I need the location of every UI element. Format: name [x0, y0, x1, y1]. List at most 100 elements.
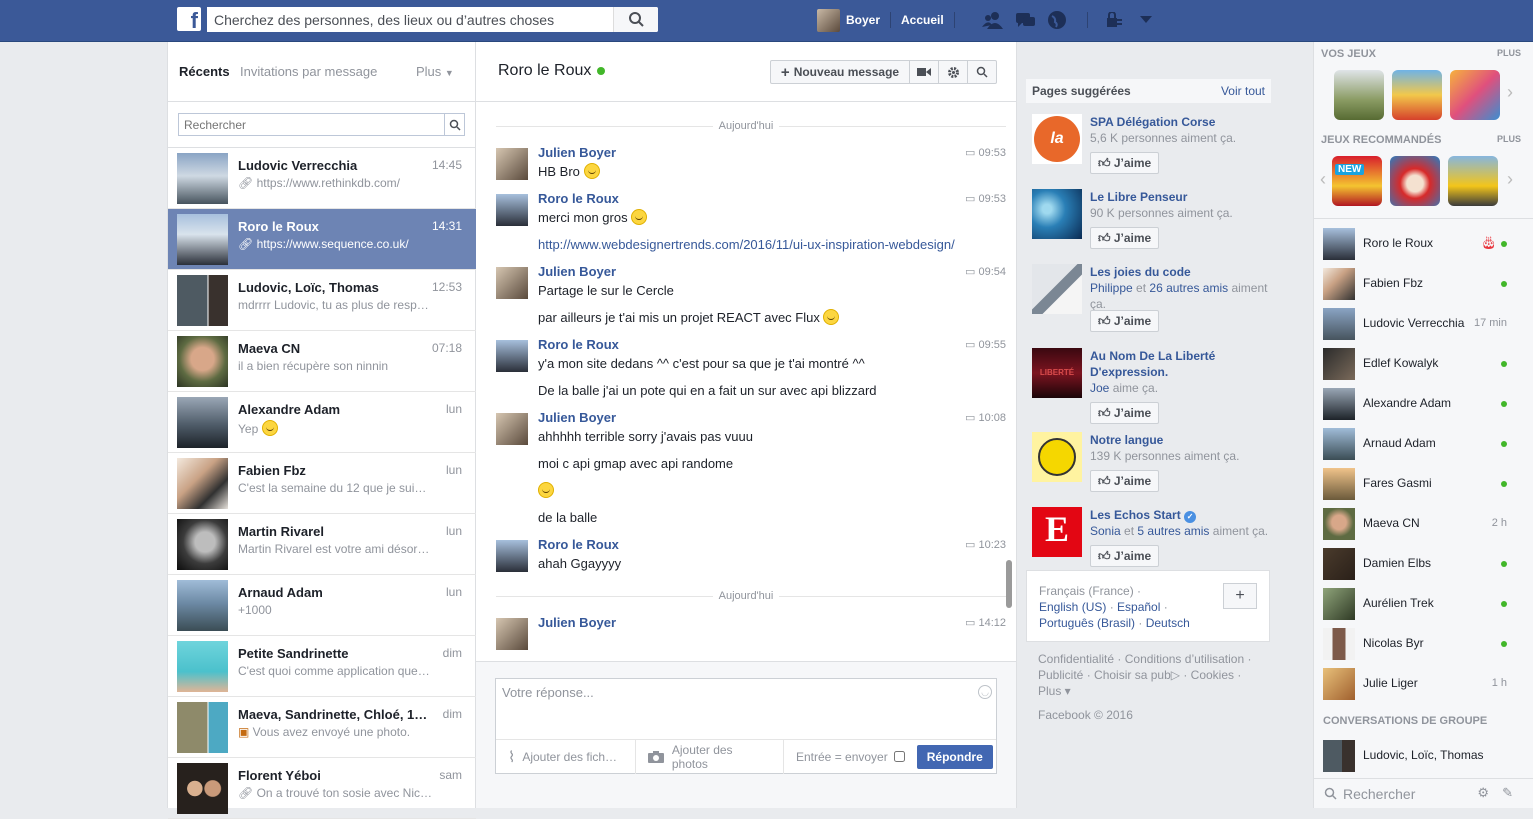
page-image[interactable]: LIBERTÉ — [1032, 348, 1082, 398]
friend-link[interactable]: Joe — [1090, 381, 1109, 395]
more-games-link[interactable]: PLUS — [1497, 134, 1521, 144]
game-tile[interactable]: NEW — [1332, 156, 1382, 206]
friend-link[interactable]: Sonia — [1090, 524, 1121, 538]
game-tile[interactable] — [1448, 156, 1498, 206]
tab-more[interactable]: Plus ▼ — [416, 64, 454, 79]
footer-link[interactable]: Publicité · — [1038, 668, 1091, 682]
page-image[interactable]: la SPA — [1032, 114, 1082, 164]
message-sender[interactable]: Roro le Roux — [538, 336, 1016, 354]
chevron-right-icon[interactable]: › — [1507, 169, 1513, 190]
facebook-logo-icon[interactable]: f — [177, 7, 201, 31]
chat-contact[interactable]: Ludovic Verrecchia 17 min — [1314, 304, 1524, 344]
global-search-input[interactable] — [207, 7, 607, 32]
compose-icon[interactable]: ✎ — [1502, 785, 1513, 801]
page-image[interactable] — [1032, 432, 1082, 482]
message-sender[interactable]: Julien Boyer — [538, 263, 1016, 281]
thread-item[interactable]: Florent Yéboi sam 🔗︎ On a trouvé ton sos… — [168, 758, 476, 819]
language-link[interactable]: English (US) — [1039, 600, 1106, 614]
message-sender[interactable]: Roro le Roux — [538, 536, 1016, 554]
home-link[interactable]: Accueil — [901, 13, 944, 27]
message-link[interactable]: http://www.webdesignertrends.com/2016/11… — [538, 236, 1016, 253]
message-sender[interactable]: Julien Boyer — [538, 614, 1016, 632]
like-page-button[interactable]: 👍︎ J’aime — [1090, 545, 1160, 567]
page-image[interactable]: E — [1032, 507, 1082, 557]
thread-item[interactable]: Maeva CN 07:18 il a bien récupère son ni… — [168, 331, 476, 392]
search-button[interactable] — [613, 7, 658, 32]
chat-contact[interactable]: Roro le Roux 🎂︎ — [1314, 224, 1524, 264]
message-sender[interactable]: Julien Boyer — [538, 144, 1016, 162]
thread-item[interactable]: Alexandre Adam lun Yep — [168, 392, 476, 453]
chat-group[interactable]: Ludovic, Loïc, Thomas — [1314, 736, 1524, 776]
more-languages-button[interactable]: + — [1223, 583, 1257, 609]
thread-item[interactable]: Martin Rivarel lun Martin Rivarel est vo… — [168, 514, 476, 575]
chat-contact[interactable]: Aurélien Trek — [1314, 584, 1524, 624]
game-tile[interactable] — [1450, 70, 1500, 120]
chat-contact[interactable]: Edlef Kowalyk — [1314, 344, 1524, 384]
emoji-picker-icon[interactable]: ◡ — [978, 685, 992, 699]
page-image[interactable] — [1032, 189, 1082, 239]
tab-recent[interactable]: Récents — [179, 64, 230, 79]
account-menu-chevron-icon[interactable] — [1134, 8, 1158, 32]
more-games-link[interactable]: PLUS — [1497, 48, 1521, 58]
chat-contact[interactable]: Nicolas Byr — [1314, 624, 1524, 664]
page-name[interactable]: Au Nom De La Liberté D'expression. — [1090, 348, 1272, 380]
footer-link[interactable]: Conditions d’utilisation · — [1125, 652, 1252, 666]
thread-item[interactable]: Petite Sandrinette dim C'est quoi comme … — [168, 636, 476, 697]
footer-link[interactable]: Cookies · — [1191, 668, 1242, 682]
chat-contact[interactable]: Alexandre Adam — [1314, 384, 1524, 424]
thread-item[interactable]: Arnaud Adam lun +1000 — [168, 575, 476, 636]
friend-link[interactable]: Philippe — [1090, 281, 1133, 295]
page-name[interactable]: SPA Délégation Corse — [1090, 114, 1272, 130]
chat-contact[interactable]: Fabien Fbz — [1314, 264, 1524, 304]
footer-link[interactable]: Plus ▾ — [1038, 684, 1071, 698]
language-link[interactable]: Deutsch — [1146, 616, 1190, 630]
like-page-button[interactable]: 👍︎ J’aime — [1090, 470, 1160, 492]
see-all-link[interactable]: Voir tout — [1221, 84, 1265, 98]
chat-contact[interactable]: Damien Elbs — [1314, 544, 1524, 584]
attach-photo-button[interactable]: Ajouter des photos — [636, 739, 784, 774]
privacy-shortcuts-icon[interactable] — [1102, 8, 1126, 32]
reply-input[interactable] — [496, 679, 966, 734]
chat-settings-gear-icon[interactable]: ⚙︎ — [1477, 785, 1489, 801]
thread-item[interactable]: Fabien Fbz lun C'est la semaine du 12 qu… — [168, 453, 476, 514]
notifications-globe-icon[interactable] — [1045, 8, 1069, 32]
like-page-button[interactable]: 👍︎ J’aime — [1090, 402, 1160, 424]
thread-item[interactable]: Roro le Roux 14:31 🔗︎ https://www.sequen… — [168, 209, 476, 270]
footer-link[interactable]: Confidentialité · — [1038, 652, 1121, 666]
profile-link[interactable]: Boyer — [846, 13, 880, 27]
messages-icon[interactable] — [1013, 8, 1037, 32]
reply-button[interactable]: Répondre — [916, 744, 993, 769]
profile-avatar[interactable] — [817, 8, 840, 32]
like-page-button[interactable]: 👍︎ J’aime — [1090, 227, 1160, 249]
chat-contact[interactable]: Julie Liger 1 h — [1314, 664, 1524, 704]
game-tile[interactable] — [1390, 156, 1440, 206]
game-tile[interactable] — [1334, 70, 1384, 120]
search-conversation-button[interactable] — [967, 61, 996, 83]
footer-link[interactable]: Choisir sa pub — [1094, 668, 1171, 682]
message-sender[interactable]: Julien Boyer — [538, 409, 1016, 427]
chat-contact[interactable]: Arnaud Adam — [1314, 424, 1524, 464]
new-message-button[interactable]: + Nouveau message — [771, 61, 909, 83]
chat-contact[interactable]: Fares Gasmi — [1314, 464, 1524, 504]
chevron-right-icon[interactable]: › — [1507, 82, 1513, 103]
video-call-button[interactable] — [909, 61, 938, 83]
page-name[interactable]: Les Echos Start ✓ — [1090, 507, 1272, 523]
enter-to-send-checkbox[interactable] — [893, 751, 905, 762]
message-scrollbar[interactable] — [1006, 560, 1012, 608]
message-sender[interactable]: Roro le Roux — [538, 190, 1016, 208]
page-name[interactable]: Notre langue — [1090, 432, 1272, 448]
like-page-button[interactable]: 👍︎ J’aime — [1090, 310, 1160, 332]
settings-button[interactable] — [938, 61, 967, 83]
chat-search-input[interactable]: Rechercher — [1343, 786, 1415, 802]
conversation-search-input[interactable] — [179, 114, 439, 135]
friends-link[interactable]: 26 autres amis — [1149, 281, 1228, 295]
thread-item[interactable]: Maeva, Sandrinette, Chloé, 1 a… dim ▣ Vo… — [168, 697, 476, 758]
attach-file-button[interactable]: ⌇ Ajouter des fich… — [496, 739, 636, 774]
thread-item[interactable]: Ludovic, Loïc, Thomas 12:53 mdrrrr Ludov… — [168, 270, 476, 331]
thread-item[interactable]: Ludovic Verrecchia 14:45 🔗︎ https://www.… — [168, 148, 476, 209]
friend-requests-icon[interactable] — [981, 8, 1005, 32]
language-link[interactable]: Español — [1117, 600, 1160, 614]
page-name[interactable]: Les joies du code — [1090, 264, 1272, 280]
page-image[interactable] — [1032, 264, 1082, 314]
chevron-left-icon[interactable]: ‹ — [1320, 169, 1326, 190]
